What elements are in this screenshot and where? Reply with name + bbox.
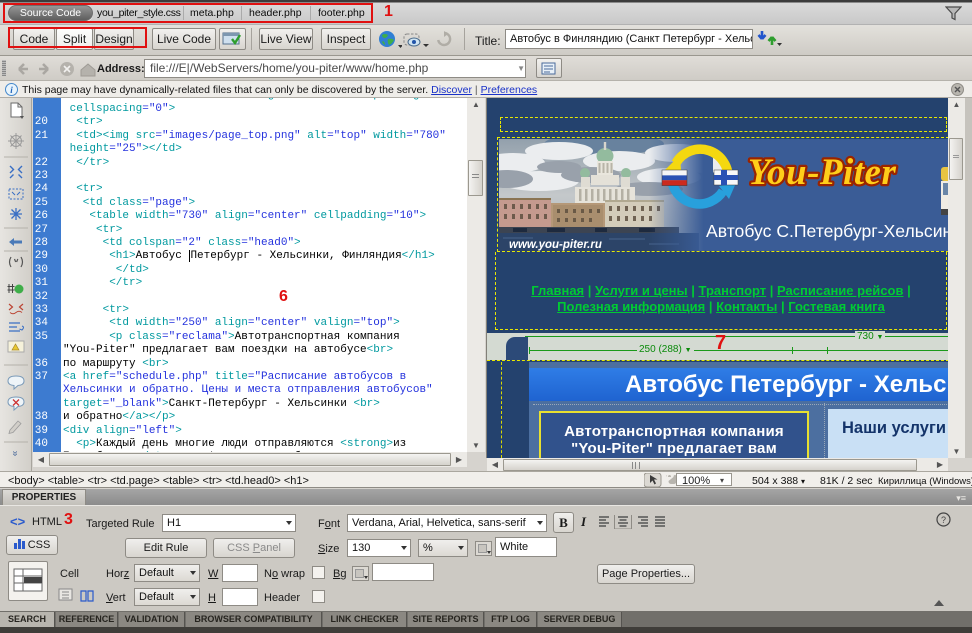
- svg-text:You-Piter: You-Piter: [748, 152, 896, 193]
- svg-text:Автобус С.Петербург-Хельсинки: Автобус С.Петербург-Хельсинки: [706, 221, 948, 241]
- svg-text:?: ?: [941, 515, 946, 525]
